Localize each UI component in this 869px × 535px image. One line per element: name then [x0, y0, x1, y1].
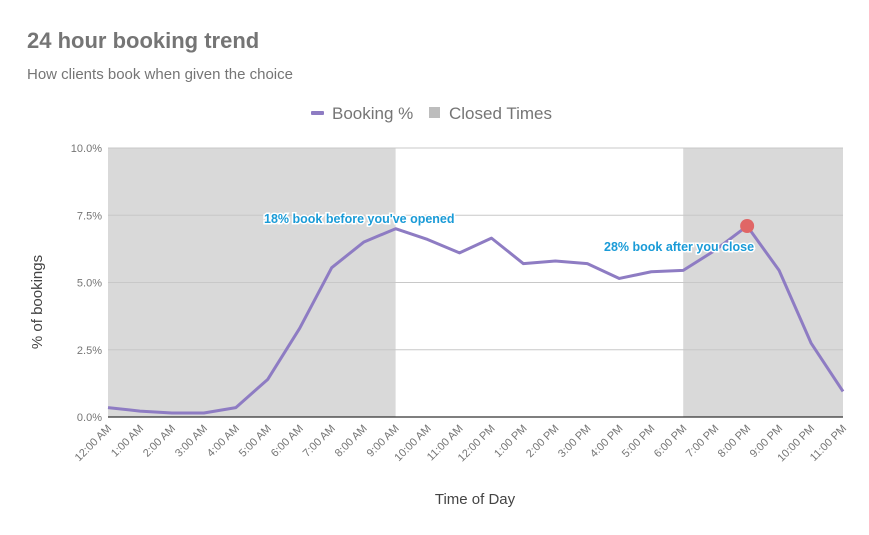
annotation-before-open: 18% book before you've opened [264, 212, 455, 226]
x-tick-label: 5:00 PM [620, 423, 657, 460]
legend-label-closed: Closed Times [449, 104, 552, 123]
x-tick-label: 6:00 AM [269, 423, 306, 460]
x-axis-ticks: 12:00 AM1:00 AM2:00 AM3:00 AM4:00 AM5:00… [73, 423, 849, 465]
y-axis-ticks: 0.0% 2.5% 5.0% 7.5% 10.0% [71, 143, 102, 424]
x-tick-label: 12:00 AM [73, 423, 114, 464]
x-tick-label: 7:00 AM [301, 423, 338, 460]
x-tick-label: 7:00 PM [684, 423, 721, 460]
x-tick-label: 8:00 PM [716, 423, 753, 460]
legend: Booking % Closed Times [311, 104, 552, 123]
y-tick-label: 7.5% [77, 210, 102, 222]
x-tick-label: 1:00 AM [109, 423, 146, 460]
x-tick-label: 6:00 PM [652, 423, 689, 460]
legend-swatch-closed [429, 107, 440, 118]
line-chart: Booking % Closed Times 0.0% 2.5% 5.0% 7.5% 10… [29, 104, 849, 508]
x-tick-label: 3:00 PM [556, 423, 593, 460]
x-tick-label: 3:00 AM [173, 423, 210, 460]
y-tick-label: 0.0% [77, 412, 102, 424]
x-tick-label: 2:00 AM [141, 423, 178, 460]
x-tick-label: 4:00 AM [205, 423, 242, 460]
legend-label-booking: Booking % [332, 104, 413, 123]
y-tick-label: 10.0% [71, 143, 102, 155]
x-tick-label: 5:00 AM [237, 423, 274, 460]
annotation-after-close: 28% book after you close [604, 240, 754, 254]
y-axis-title: % of bookings [29, 255, 46, 349]
legend-swatch-booking [311, 111, 324, 115]
x-axis-title: Time of Day [435, 491, 516, 508]
highlight-point [740, 219, 755, 234]
x-tick-label: 4:00 PM [588, 423, 625, 460]
x-tick-label: 8:00 AM [333, 423, 370, 460]
y-tick-label: 5.0% [77, 278, 102, 290]
x-tick-label: 2:00 PM [524, 423, 561, 460]
y-tick-label: 2.5% [77, 345, 102, 357]
x-tick-label: 1:00 PM [492, 423, 529, 460]
